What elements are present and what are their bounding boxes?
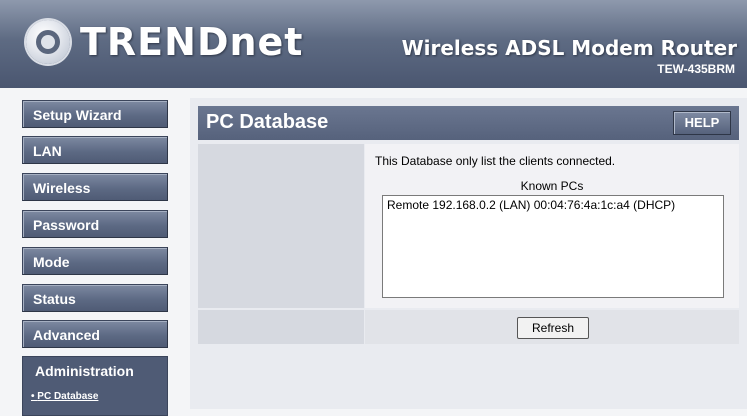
product-title: Wireless ADSL Modem Router [401, 36, 737, 60]
pc-database-link[interactable]: • PC Database [23, 379, 167, 402]
known-pcs-list[interactable]: Remote 192.168.0.2 (LAN) 00:04:76:4a:1c:… [382, 195, 724, 298]
action-row: Refresh [365, 310, 739, 344]
title-bar: PC Database HELP [198, 106, 739, 140]
main-panel: PC Database HELP This Database only list… [190, 98, 747, 409]
sidebar-item-status[interactable]: Status [22, 284, 168, 312]
brand-name: TRENDnet [80, 20, 304, 64]
sidebar-item-administration: Administration • PC Database [22, 356, 168, 416]
refresh-button[interactable]: Refresh [517, 317, 589, 339]
sidebar-item-lan[interactable]: LAN [22, 136, 168, 164]
trendnet-logo-icon [26, 20, 70, 64]
content-area: This Database only list the clients conn… [365, 144, 739, 308]
sidebar-item-setup-wizard[interactable]: Setup Wizard [22, 100, 168, 128]
left-label-column [198, 144, 364, 308]
known-pcs-label: Known PCs [520, 179, 584, 193]
sidebar-item-mode[interactable]: Mode [22, 247, 168, 275]
sidebar-item-wireless[interactable]: Wireless [22, 173, 168, 201]
header-banner: TRENDnet Wireless ADSL Modem Router TEW-… [0, 0, 747, 88]
administration-label[interactable]: Administration [23, 357, 167, 379]
help-button[interactable]: HELP [673, 111, 731, 135]
sidebar-item-password[interactable]: Password [22, 210, 168, 238]
notice-text: This Database only list the clients conn… [375, 154, 616, 168]
sidebar-item-advanced[interactable]: Advanced [22, 320, 168, 348]
left-label-column-footer [198, 310, 364, 344]
model-number: TEW-435BRM [657, 62, 735, 76]
page-title: PC Database [206, 111, 329, 133]
list-item[interactable]: Remote 192.168.0.2 (LAN) 00:04:76:4a:1c:… [387, 198, 719, 212]
pc-database-link-label: PC Database [37, 391, 99, 402]
